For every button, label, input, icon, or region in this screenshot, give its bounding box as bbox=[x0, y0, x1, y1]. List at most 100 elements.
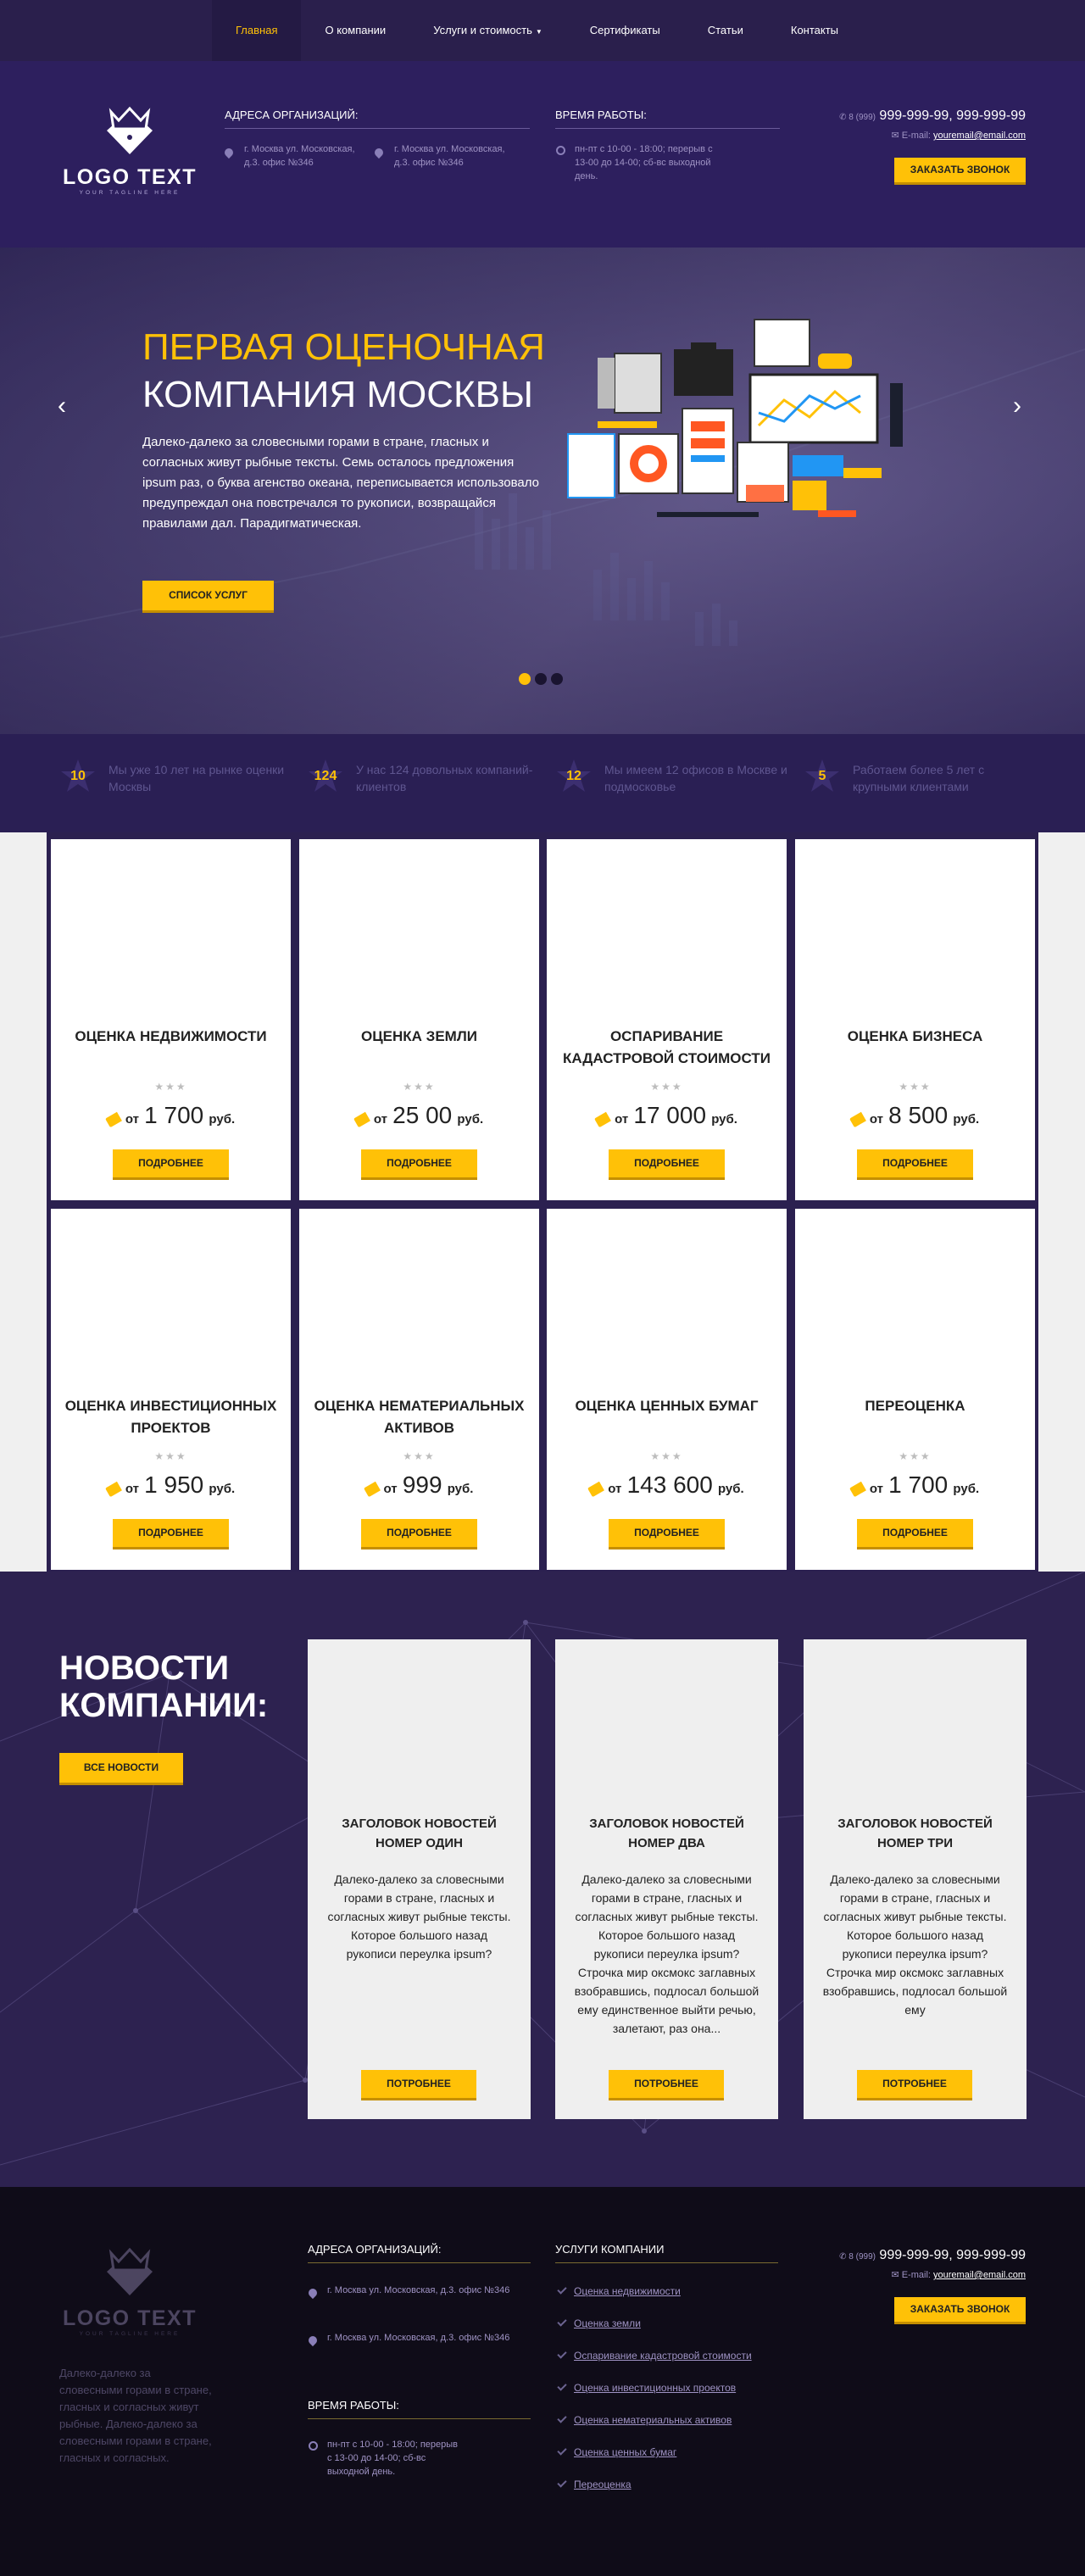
footer-services: УСЛУГИ КОМПАНИИ bbox=[555, 2243, 778, 2263]
caret-down-icon: ▼ bbox=[535, 28, 542, 36]
nav-services-label: Услуги и стоимость bbox=[433, 24, 532, 36]
footer-hours-title: ВРЕМЯ РАБОТЫ: bbox=[308, 2399, 531, 2419]
service-details-button[interactable]: ПОДРОБНЕЕ bbox=[857, 1519, 973, 1549]
phone-numbers[interactable]: ✆ 8 (999) 999-999-99, 999-999-99 bbox=[788, 108, 1026, 124]
service-details-button[interactable]: ПОДРОБНЕЕ bbox=[361, 1149, 477, 1180]
service-title[interactable]: ОЦЕНКА ЗЕМЛИ bbox=[308, 1026, 531, 1048]
price-tag-icon bbox=[104, 1481, 122, 1498]
nav-services[interactable]: Услуги и стоимость ▼ bbox=[409, 0, 566, 61]
price-value: 999 bbox=[402, 1472, 442, 1498]
rating-stars: ★★★ bbox=[403, 1081, 436, 1093]
email-link[interactable]: youremail@email.com bbox=[933, 131, 1026, 141]
check-icon bbox=[557, 2381, 567, 2391]
business-illustration bbox=[567, 319, 903, 517]
service-title[interactable]: ОЦЕНКА ЦЕННЫХ БУМАГ bbox=[555, 1395, 778, 1417]
price-currency: руб. bbox=[953, 1482, 980, 1496]
rating-stars: ★★★ bbox=[154, 1450, 187, 1462]
service-details-button[interactable]: ПОДРОБНЕЕ bbox=[609, 1519, 725, 1549]
service-card[interactable]: ОЦЕНКА НЕДВИЖИМОСТИ ★★★ от 1 700 руб. ПОДРО… bbox=[51, 839, 291, 1200]
service-card[interactable]: ОЦЕНКА ЦЕННЫХ БУМАГ ★★★ от 143 600 руб. ПОД… bbox=[547, 1209, 787, 1570]
price-value: 143 600 bbox=[626, 1472, 713, 1498]
stat-text: У нас 124 довольных компаний-клиентов bbox=[356, 763, 533, 793]
nav-articles[interactable]: Статьи bbox=[684, 0, 767, 61]
news-card[interactable]: ЗАГОЛОВОК НОВОСТЕЙ НОМЕР ДВА Далеко-дале… bbox=[555, 1639, 778, 2119]
price-tag-icon bbox=[849, 1481, 866, 1498]
price-tag-icon bbox=[594, 1111, 611, 1128]
footer-service-link[interactable]: Оценка земли bbox=[574, 2317, 641, 2329]
footer-service-link[interactable]: Оценка ценных бумаг bbox=[574, 2446, 676, 2458]
service-card[interactable]: ПЕРЕОЦЕНКА ★★★ от 1 700 руб. ПОДРОБНЕЕ bbox=[795, 1209, 1035, 1570]
price-tag-icon bbox=[849, 1111, 866, 1128]
rating-stars: ★★★ bbox=[154, 1081, 187, 1093]
service-title[interactable]: ПЕРЕОЦЕНКА bbox=[804, 1395, 1027, 1417]
nav-about[interactable]: О компании bbox=[301, 0, 409, 61]
service-title[interactable]: ОЦЕНКА ИНВЕСТИЦИОННЫХ ПРОЕКТОВ bbox=[59, 1395, 282, 1439]
price-tag-icon bbox=[104, 1111, 122, 1128]
check-icon bbox=[557, 2445, 567, 2456]
service-price: от 1 700 руб. bbox=[51, 1102, 291, 1129]
service-card[interactable]: ОСПАРИВАНИЕ КАДАСТРОВОЙ СТОИМОСТИ ★★★ от 1… bbox=[547, 839, 787, 1200]
service-details-button[interactable]: ПОДРОБНЕЕ bbox=[113, 1519, 229, 1549]
service-details-button[interactable]: ПОДРОБНЕЕ bbox=[857, 1149, 973, 1180]
news-card-title[interactable]: ЗАГОЛОВОК НОВОСТЕЙ НОМЕР ТРИ bbox=[821, 1814, 1010, 1853]
news-more-button[interactable]: ПОТРОБНЕЕ bbox=[361, 2070, 476, 2100]
service-title[interactable]: ОСПАРИВАНИЕ КАДАСТРОВОЙ СТОИМОСТИ bbox=[555, 1026, 778, 1070]
slider-prev-arrow[interactable]: ‹ bbox=[58, 392, 66, 420]
service-card[interactable]: ОЦЕНКА НЕМАТЕРИАЛЬНЫХ АКТИВОВ ★★★ от 999 р… bbox=[299, 1209, 539, 1570]
service-title[interactable]: ОЦЕНКА НЕДВИЖИМОСТИ bbox=[59, 1026, 282, 1048]
stat-text: Мы имеем 12 офисов в Москве и подмосковь… bbox=[604, 763, 787, 793]
news-card[interactable]: ЗАГОЛОВОК НОВОСТЕЙ НОМЕР ТРИ Далеко-дале… bbox=[804, 1639, 1027, 2119]
service-details-button[interactable]: ПОДРОБНЕЕ bbox=[609, 1149, 725, 1180]
callback-button[interactable]: ЗАКАЗАТЬ ЗВОНОК bbox=[894, 158, 1026, 185]
price-from: от bbox=[608, 1482, 622, 1496]
footer-service-link[interactable]: Оценка инвестиционных проектов bbox=[574, 2382, 736, 2394]
footer-service-link[interactable]: Оспаривание кадастровой стоимости bbox=[574, 2350, 752, 2362]
footer: LOGO TEXT YOUR TAGLINE HERE Далеко-далек… bbox=[0, 2187, 1085, 2576]
service-card[interactable]: ОЦЕНКА БИЗНЕСА ★★★ от 8 500 руб. ПОДРОБНЕЕ bbox=[795, 839, 1035, 1200]
footer-logo[interactable]: LOGO TEXT YOUR TAGLINE HERE bbox=[58, 2246, 202, 2337]
service-title[interactable]: ОЦЕНКА НЕМАТЕРИАЛЬНЫХ АКТИВОВ bbox=[308, 1395, 531, 1439]
news-card[interactable]: ЗАГОЛОВОК НОВОСТЕЙ НОМЕР ОДИН Далеко-дал… bbox=[308, 1639, 531, 2119]
services-list-button[interactable]: СПИСОК УСЛУГ bbox=[142, 581, 274, 613]
check-icon bbox=[557, 2349, 567, 2359]
crown-logo-icon bbox=[107, 2247, 153, 2295]
footer-phone[interactable]: ✆ 8 (999) 999-999-99, 999-999-99 bbox=[788, 2248, 1026, 2263]
service-card[interactable]: ОЦЕНКА ЗЕМЛИ ★★★ от 25 00 руб. ПОДРОБНЕЕ bbox=[299, 839, 539, 1200]
footer-service-link[interactable]: Оценка нематериальных активов bbox=[574, 2414, 732, 2426]
footer-callback-button[interactable]: ЗАКАЗАТЬ ЗВОНОК bbox=[894, 2297, 1026, 2324]
price-from: от bbox=[869, 1482, 883, 1496]
hero-text: Далеко-далеко за словесными горами в стр… bbox=[142, 435, 540, 531]
addresses-title: АДРЕСА ОРГАНИЗАЦИЙ: bbox=[225, 108, 530, 129]
nav-certificates[interactable]: Сертификаты bbox=[566, 0, 684, 61]
slider-next-arrow[interactable]: › bbox=[1013, 392, 1021, 420]
news-more-button[interactable]: ПОТРОБНЕЕ bbox=[857, 2070, 972, 2100]
nav-contacts[interactable]: Контакты bbox=[767, 0, 862, 61]
footer-service-link[interactable]: Переоценка bbox=[574, 2479, 632, 2490]
email[interactable]: ✉ E-mail: youremail@email.com bbox=[788, 130, 1026, 141]
phone-text: 999-999-99, 999-999-99 bbox=[879, 2248, 1026, 2262]
slider-dot-2[interactable] bbox=[535, 673, 547, 685]
price-value: 1 700 bbox=[888, 1472, 949, 1498]
service-details-button[interactable]: ПОДРОБНЕЕ bbox=[113, 1149, 229, 1180]
news-card-title[interactable]: ЗАГОЛОВОК НОВОСТЕЙ НОМЕР ОДИН bbox=[325, 1814, 514, 1853]
rating-stars: ★★★ bbox=[403, 1450, 436, 1462]
email-link[interactable]: youremail@email.com bbox=[933, 2270, 1026, 2280]
slider-dot-1[interactable] bbox=[519, 673, 531, 685]
phone-text: 999-999-99, 999-999-99 bbox=[879, 108, 1026, 123]
footer-email[interactable]: ✉ E-mail: youremail@email.com bbox=[788, 2269, 1026, 2280]
news-card-title[interactable]: ЗАГОЛОВОК НОВОСТЕЙ НОМЕР ДВА bbox=[572, 1814, 761, 1853]
nav-home[interactable]: Главная bbox=[212, 0, 302, 61]
service-details-button[interactable]: ПОДРОБНЕЕ bbox=[361, 1519, 477, 1549]
price-currency: руб. bbox=[209, 1482, 236, 1496]
logo[interactable]: LOGO TEXT YOUR TAGLINE HERE bbox=[58, 105, 202, 196]
slider-dot-3[interactable] bbox=[551, 673, 563, 685]
footer-service-link[interactable]: Оценка недвижимости bbox=[574, 2285, 681, 2297]
news-more-button[interactable]: ПОТРОБНЕЕ bbox=[609, 2070, 724, 2100]
stat-number: 10 bbox=[70, 769, 86, 783]
service-card[interactable]: ОЦЕНКА ИНВЕСТИЦИОННЫХ ПРОЕКТОВ ★★★ от 1 95… bbox=[51, 1209, 291, 1570]
address-2: г. Москва ул. Московская, д.3. офис №346 bbox=[394, 144, 505, 168]
all-news-button[interactable]: ВСЕ НОВОСТИ bbox=[59, 1753, 183, 1785]
service-title[interactable]: ОЦЕНКА БИЗНЕСА bbox=[804, 1026, 1027, 1048]
stat-number: 12 bbox=[566, 769, 581, 783]
star-badge-icon: 10 bbox=[59, 758, 97, 795]
